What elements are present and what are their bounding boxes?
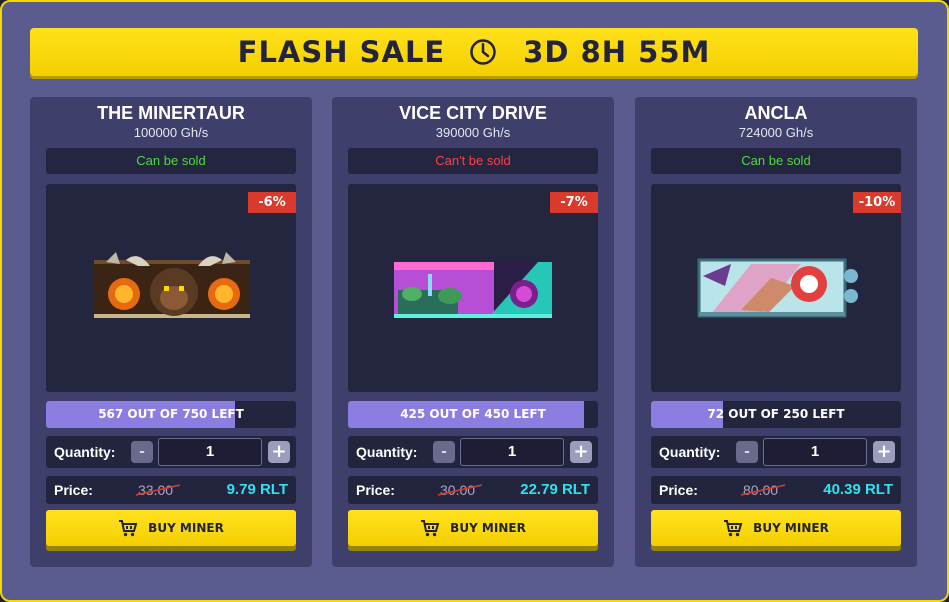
miner-image-box: -7% [348, 184, 598, 392]
discount-badge: -10% [853, 192, 901, 213]
decrease-quantity-button[interactable]: - [433, 441, 455, 463]
price-label: Price: [356, 482, 395, 498]
miner-image-box: -6% [46, 184, 296, 392]
sell-status: Can be sold [46, 148, 296, 174]
increase-quantity-button[interactable]: + [873, 441, 895, 463]
flash-sale-banner: FLASH SALE 3D 8H 55M [30, 28, 918, 76]
sale-price: 40.39 RLT [823, 481, 893, 498]
miner-name: VICE CITY DRIVE [399, 103, 547, 123]
sale-timer: 3D 8H 55M [523, 35, 711, 69]
quantity-label: Quantity: [659, 444, 721, 460]
quantity-input[interactable]: 1 [158, 438, 262, 466]
miner-power: 100000 Gh/s [133, 125, 209, 140]
sell-status: Can be sold [651, 148, 901, 174]
miner-image-box: -10% [651, 184, 901, 392]
miner-cards: THE MINERTAUR 100000 Gh/s Can be sold -6… [30, 97, 918, 567]
price-label: Price: [659, 482, 698, 498]
buy-miner-label: BUY MINER [753, 521, 829, 535]
sale-price: 9.79 RLT [226, 481, 288, 498]
increase-quantity-button[interactable]: + [570, 441, 592, 463]
strikethrough-line [741, 484, 785, 496]
stock-bar: 425 OUT OF 450 LEFT [348, 401, 598, 428]
cart-icon [723, 518, 743, 538]
increase-quantity-button[interactable]: + [268, 441, 290, 463]
flash-sale-title: FLASH SALE [237, 35, 446, 69]
stock-label: 567 OUT OF 750 LEFT [98, 407, 244, 421]
strikethrough-line [136, 484, 180, 496]
buy-miner-label: BUY MINER [148, 521, 224, 535]
flash-sale-panel: FLASH SALE 3D 8H 55M THE MINERTAUR 10000… [0, 0, 949, 602]
old-price-wrap: 30.00 [438, 476, 482, 504]
miner-card: ANCLA 724000 Gh/s Can be sold -10% 72 OU… [635, 97, 917, 567]
quantity-row: Quantity: - 1 + [348, 436, 598, 468]
discount-badge: -7% [550, 192, 598, 213]
quantity-row: Quantity: - 1 + [651, 436, 901, 468]
strikethrough-line [438, 484, 482, 496]
cart-icon [118, 518, 138, 538]
miner-card: VICE CITY DRIVE 390000 Gh/s Can't be sol… [332, 97, 614, 567]
miner-image [394, 262, 552, 318]
sell-status: Can't be sold [348, 148, 598, 174]
price-row: Price: 30.00 22.79 RLT [348, 476, 598, 504]
quantity-label: Quantity: [54, 444, 116, 460]
decrease-quantity-button[interactable]: - [131, 441, 153, 463]
miner-image [94, 252, 250, 318]
miner-image [697, 258, 858, 318]
cart-icon [420, 518, 440, 538]
miner-name: THE MINERTAUR [97, 103, 245, 123]
decrease-quantity-button[interactable]: - [736, 441, 758, 463]
clock-icon [469, 38, 497, 66]
quantity-row: Quantity: - 1 + [46, 436, 296, 468]
quantity-input[interactable]: 1 [460, 438, 564, 466]
quantity-input[interactable]: 1 [763, 438, 867, 466]
price-row: Price: 33.00 9.79 RLT [46, 476, 296, 504]
miner-power: 390000 Gh/s [435, 125, 511, 140]
buy-miner-button[interactable]: BUY MINER [651, 510, 901, 546]
buy-miner-button[interactable]: BUY MINER [46, 510, 296, 546]
quantity-label: Quantity: [356, 444, 418, 460]
stock-bar: 72 OUT OF 250 LEFT [651, 401, 901, 428]
stock-bar: 567 OUT OF 750 LEFT [46, 401, 296, 428]
price-label: Price: [54, 482, 93, 498]
old-price-wrap: 80.00 [741, 476, 785, 504]
miner-power: 724000 Gh/s [738, 125, 814, 140]
price-row: Price: 80.00 40.39 RLT [651, 476, 901, 504]
discount-badge: -6% [248, 192, 296, 213]
miner-name: ANCLA [744, 103, 808, 123]
buy-miner-label: BUY MINER [450, 521, 526, 535]
old-price-wrap: 33.00 [136, 476, 180, 504]
sale-price: 22.79 RLT [520, 481, 590, 498]
stock-label: 425 OUT OF 450 LEFT [400, 407, 546, 421]
buy-miner-button[interactable]: BUY MINER [348, 510, 598, 546]
stock-label: 72 OUT OF 250 LEFT [707, 407, 845, 421]
miner-card: THE MINERTAUR 100000 Gh/s Can be sold -6… [30, 97, 312, 567]
